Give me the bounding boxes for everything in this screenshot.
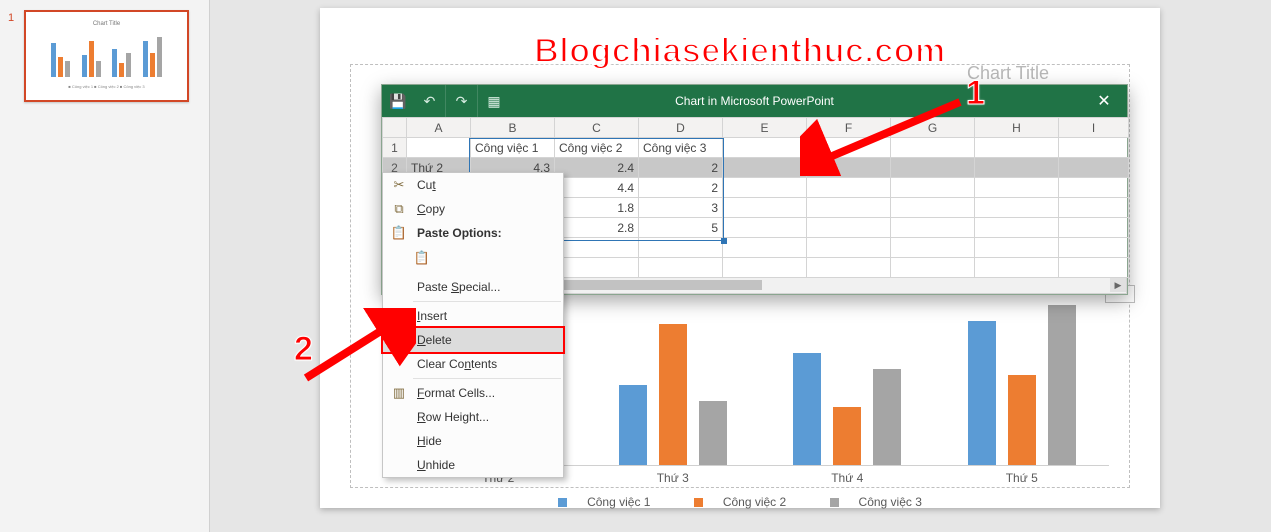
copy-icon: ⧉ [390,200,408,218]
col-B[interactable]: B [471,118,555,138]
watermark-text: Blogchiasekienthuc.com [320,32,1160,71]
chart-legend: Công việc 1 Công việc 2 Công việc 3 [351,495,1129,509]
slide-thumbnail-panel: 1 Chart Title ■ Công việc 1 ■ Công việc … [0,0,210,532]
menu-paste-special[interactable]: Paste Special... [383,275,563,299]
annotation-arrow-1 [800,96,970,176]
menu-cut[interactable]: ✂Cut [383,173,563,197]
clipboard-icon: 📋 [390,224,408,242]
thumbnail-number: 1 [8,12,14,24]
annotation-number-2: 2 [294,332,313,366]
slide[interactable]: Blogchiasekienthuc.com Chart Title ⟷ Thứ… [320,8,1160,508]
redo-icon[interactable]: ↷ [446,85,478,117]
column-headers[interactable]: A B C D E F G H I [383,118,1129,138]
menu-row-height[interactable]: Row Height... [383,405,563,429]
col-D[interactable]: D [639,118,723,138]
slide-thumbnail[interactable]: Chart Title ■ Công việc 1 ■ Công việc 2 … [24,10,189,102]
scissors-icon: ✂ [390,176,408,194]
table-row: 1 Công việc 1 Công việc 2 Công việc 3 [383,138,1129,158]
slide-canvas: Blogchiasekienthuc.com Chart Title ⟷ Thứ… [210,0,1271,532]
menu-paste-icon-row[interactable]: 📋 [383,245,563,275]
menu-hide[interactable]: Hide [383,429,563,453]
paste-icon[interactable]: 📋 [413,249,431,267]
close-icon: ✕ [1097,91,1110,111]
thumb-chart-title: Chart Title [42,21,172,27]
range-fill-handle[interactable] [721,238,727,244]
select-all-cell[interactable] [383,118,407,138]
col-H[interactable]: H [975,118,1059,138]
close-button[interactable]: ✕ [1081,85,1127,117]
col-I[interactable]: I [1059,118,1129,138]
col-C[interactable]: C [555,118,639,138]
save-icon[interactable]: 💾 [382,85,414,117]
menu-copy[interactable]: ⧉Copy [383,197,563,221]
menu-paste-options: 📋Paste Options: [383,221,563,245]
col-A[interactable]: A [407,118,471,138]
scroll-right-button[interactable]: ▶ [1110,278,1126,292]
menu-unhide[interactable]: Unhide [383,453,563,477]
undo-icon[interactable]: ↶ [414,85,446,117]
col-E[interactable]: E [723,118,807,138]
annotation-arrow-2 [296,308,416,388]
excel-titlebar[interactable]: 💾 ↶ ↷ ▦ Chart in Microsoft PowerPoint ✕ [382,85,1127,117]
thumb-legend: ■ Công việc 1 ■ Công việc 2 ■ Công việc … [42,84,172,89]
gridview-icon[interactable]: ▦ [478,85,510,117]
annotation-number-1: 1 [966,76,985,110]
